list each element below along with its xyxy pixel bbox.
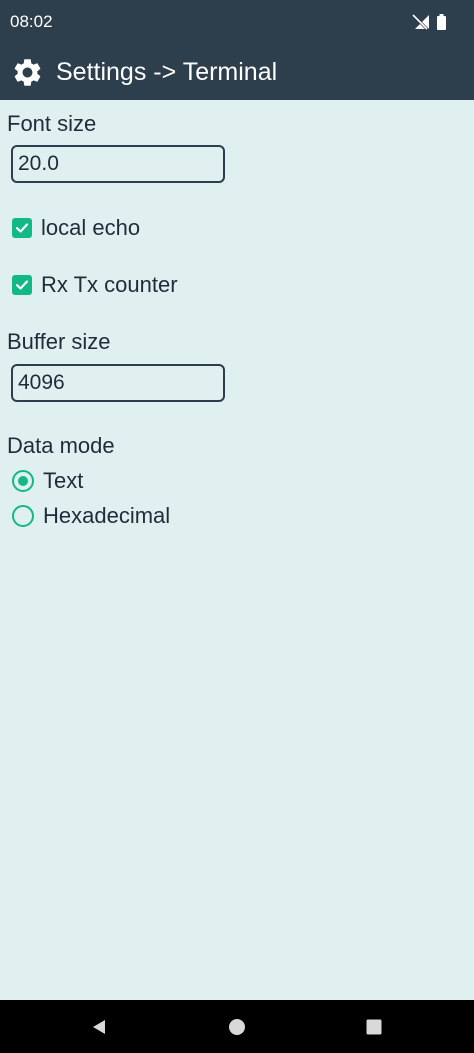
recents-icon[interactable] <box>363 1016 385 1038</box>
gear-icon[interactable] <box>11 56 44 89</box>
local-echo-checkbox[interactable]: local echo <box>12 213 140 243</box>
rx-tx-counter-label: Rx Tx counter <box>41 272 178 297</box>
radio-dot <box>18 476 28 486</box>
radio-unselected-icon <box>12 505 34 527</box>
page-title: Settings -> Terminal <box>56 58 278 86</box>
status-icons <box>412 12 446 32</box>
font-size-input[interactable] <box>11 145 225 183</box>
buffer-size-label: Buffer size <box>7 329 111 354</box>
rx-tx-counter-checkbox[interactable]: Rx Tx counter <box>12 270 178 300</box>
data-mode-option-label: Hexadecimal <box>43 503 171 528</box>
data-mode-option-label: Text <box>43 468 84 493</box>
app-bar: Settings -> Terminal <box>0 45 474 100</box>
radio-selected-icon <box>12 470 34 492</box>
battery-icon <box>437 14 446 30</box>
home-icon[interactable] <box>226 1016 248 1038</box>
status-time: 08:02 <box>10 12 53 31</box>
font-size-label: Font size <box>7 111 97 136</box>
local-echo-label: local echo <box>41 215 141 240</box>
checkbox-checked-icon <box>12 218 32 238</box>
back-icon[interactable] <box>88 1016 110 1038</box>
buffer-size-input[interactable] <box>11 364 225 402</box>
checkbox-checked-icon <box>12 275 32 295</box>
data-mode-option-hexadecimal[interactable]: Hexadecimal <box>12 501 170 531</box>
signal-off-icon <box>412 14 430 30</box>
data-mode-label: Data mode <box>7 433 115 458</box>
navigation-bar <box>0 1000 474 1053</box>
status-bar: 08:02 <box>0 0 474 45</box>
data-mode-option-text[interactable]: Text <box>12 466 83 496</box>
